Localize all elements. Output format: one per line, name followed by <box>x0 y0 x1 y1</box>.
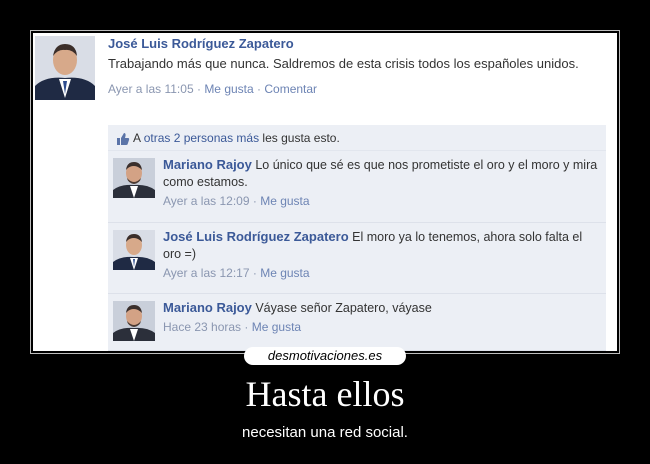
zapatero-avatar[interactable] <box>35 36 95 100</box>
post-time[interactable]: Ayer a las 11:05 <box>108 82 194 96</box>
poster-title: Hasta ellos <box>245 374 405 414</box>
status-post: José Luis Rodríguez Zapatero Trabajando … <box>108 36 608 96</box>
post-author[interactable]: José Luis Rodríguez Zapatero <box>108 36 608 51</box>
poster-subtitle: necesitan una red social. <box>242 424 408 441</box>
comment-link[interactable]: Comentar <box>264 82 317 96</box>
likes-prefix: A <box>133 131 141 145</box>
comment-meta: Hace 23 horas · Me gusta <box>163 319 603 336</box>
separator: · <box>244 320 249 334</box>
likes-suffix: les gusta esto. <box>262 131 340 145</box>
likes-people-link[interactable]: otras 2 personas más <box>144 131 259 145</box>
comment-item: Mariano Rajoy Lo único que sé es que nos… <box>108 151 606 223</box>
comment-author[interactable]: Mariano Rajoy <box>163 157 252 172</box>
comment-body: Mariano Rajoy Lo único que sé es que nos… <box>163 156 603 210</box>
separator: · <box>252 194 257 208</box>
comment-time[interactable]: Hace 23 horas <box>163 320 241 334</box>
zapatero-avatar[interactable] <box>113 230 155 270</box>
comment-item: José Luis Rodríguez Zapatero El moro ya … <box>108 223 606 294</box>
site-logo: desmotivaciones.es <box>244 347 406 365</box>
separator: · <box>196 82 201 96</box>
separator: · <box>257 82 262 96</box>
post-meta: Ayer a las 11:05 · Me gusta · Comentar <box>108 82 608 96</box>
comment-author[interactable]: José Luis Rodríguez Zapatero <box>163 229 349 244</box>
comment-text: Váyase señor Zapatero, váyase <box>255 301 432 315</box>
comment-like-link[interactable]: Me gusta <box>260 194 309 208</box>
comment-time[interactable]: Ayer a las 12:09 <box>163 194 250 208</box>
comment-like-link[interactable]: Me gusta <box>260 266 309 280</box>
comment-item: Mariano Rajoy Váyase señor Zapatero, váy… <box>108 294 606 351</box>
post-text: Trabajando más que nunca. Saldremos de e… <box>108 56 579 71</box>
comment-time[interactable]: Ayer a las 12:17 <box>163 266 250 280</box>
comment-meta: Ayer a las 12:09 · Me gusta <box>163 193 603 210</box>
comment-body: Mariano Rajoy Váyase señor Zapatero, váy… <box>163 299 603 336</box>
rajoy-avatar[interactable] <box>113 301 155 341</box>
likes-summary: A otras 2 personas más les gusta esto. <box>108 125 606 151</box>
separator: · <box>252 266 257 280</box>
comment-author[interactable]: Mariano Rajoy <box>163 300 252 315</box>
comment-meta: Ayer a las 12:17 · Me gusta <box>163 265 603 282</box>
thumbs-up-icon <box>117 132 130 145</box>
comment-like-link[interactable]: Me gusta <box>252 320 301 334</box>
like-link[interactable]: Me gusta <box>204 82 253 96</box>
facebook-screenshot: José Luis Rodríguez Zapatero Trabajando … <box>33 33 617 351</box>
comment-body: José Luis Rodríguez Zapatero El moro ya … <box>163 228 603 282</box>
rajoy-avatar[interactable] <box>113 158 155 198</box>
